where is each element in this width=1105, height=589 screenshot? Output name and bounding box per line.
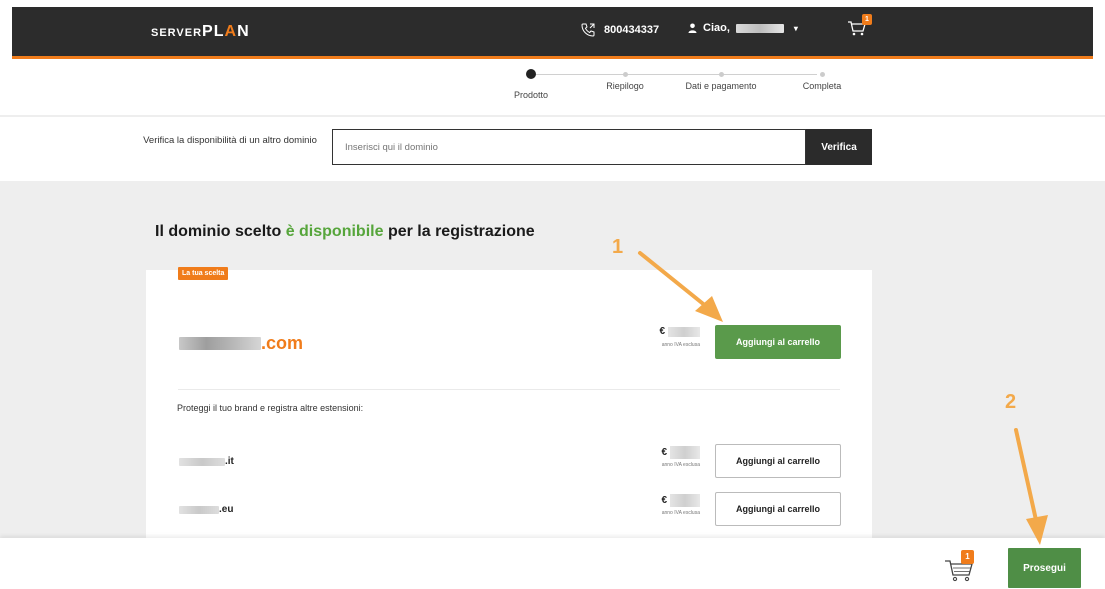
domain-search-input[interactable] <box>332 129 806 165</box>
user-name-redacted <box>735 23 784 33</box>
step-prodotto: Prodotto <box>486 60 576 100</box>
step-label: Riepilogo <box>606 81 644 91</box>
main-domain-name: .com <box>179 333 303 354</box>
extension-price: € anno IVA esclusa <box>620 446 700 468</box>
main-domain-row: .com € anno IVA esclusa Aggiungi al carr… <box>146 316 872 376</box>
currency-symbol: € <box>661 447 667 458</box>
bottom-action-bar: 1 Prosegui <box>0 538 1105 589</box>
header-bar: SERVERPLAN 800434337 Ciao, ▾ 1 <box>12 7 1093 59</box>
price-redacted <box>670 446 700 459</box>
extension-price: € anno IVA esclusa <box>620 494 700 516</box>
logo-text-pl: PL <box>202 23 225 40</box>
serverplan-logo[interactable]: SERVERPLAN <box>151 23 250 41</box>
cart-count-badge: 1 <box>961 550 974 564</box>
divider <box>178 389 840 390</box>
step-dot-active <box>526 69 536 79</box>
chevron-down-icon: ▾ <box>793 23 798 33</box>
price-note: anno IVA esclusa <box>661 510 700 516</box>
bottom-cart[interactable]: 1 <box>942 550 976 584</box>
logo-text-server: SERVER <box>151 27 203 39</box>
extension-domain-name: .it <box>179 456 234 467</box>
checkout-page: SERVERPLAN 800434337 Ciao, ▾ 1 Prodotto … <box>0 0 1105 589</box>
result-section: Il dominio scelto è disponibile per la r… <box>0 181 1105 538</box>
user-icon <box>688 23 697 33</box>
domain-extension: .eu <box>219 504 234 515</box>
user-menu[interactable]: Ciao, ▾ <box>688 22 798 34</box>
step-label: Completa <box>802 81 842 91</box>
domain-name-redacted <box>179 337 261 350</box>
header-cart[interactable]: 1 <box>847 14 872 40</box>
price-note: anno IVA esclusa <box>661 342 700 348</box>
user-greeting: Ciao, <box>703 22 730 34</box>
step-label: Prodotto <box>513 90 549 100</box>
step-dati-pagamento: Dati e pagamento <box>676 60 766 91</box>
headline-prefix: Il dominio scelto <box>155 223 282 240</box>
headline-status: è disponibile <box>285 223 384 240</box>
currency-symbol: € <box>659 326 665 337</box>
logo-text-n: N <box>237 23 250 40</box>
cart-count-badge: 1 <box>862 14 872 25</box>
step-dot <box>718 72 724 77</box>
your-choice-badge: La tua scelta <box>178 267 229 280</box>
domain-extension: .it <box>225 456 234 467</box>
phone-contact[interactable]: 800434337 <box>580 22 659 38</box>
price-redacted <box>670 494 700 507</box>
top-header: SERVERPLAN 800434337 Ciao, ▾ 1 <box>0 0 1105 60</box>
extension-row-it: .it € anno IVA esclusa Aggiungi al carre… <box>146 444 872 484</box>
protect-brand-text: Proteggi il tuo brand e registra altre e… <box>177 403 364 413</box>
step-label: Dati e pagamento <box>685 81 757 91</box>
logo-text-a: A <box>224 23 238 40</box>
main-domain-price: € anno IVA esclusa <box>620 326 700 348</box>
domain-check-section: Verifica la disponibilità di un altro do… <box>0 115 1105 181</box>
phone-number: 800434337 <box>604 24 660 36</box>
domain-card: La tua scelta .com € anno IVA esclusa Ag… <box>146 267 872 538</box>
step-completa: Completa <box>777 60 867 91</box>
continue-button[interactable]: Prosegui <box>1008 548 1081 588</box>
extension-row-eu: .eu € anno IVA esclusa Aggiungi al carre… <box>146 492 872 532</box>
annotation-number-2: 2 <box>1005 391 1017 413</box>
annotation-number-1: 1 <box>612 236 624 258</box>
step-dot <box>622 72 628 77</box>
availability-headline: Il dominio scelto è disponibile per la r… <box>155 223 535 241</box>
extension-domain-name: .eu <box>179 504 233 515</box>
phone-icon <box>581 23 595 37</box>
price-redacted <box>668 326 700 337</box>
add-to-cart-button[interactable]: Aggiungi al carrello <box>715 325 841 359</box>
add-to-cart-button[interactable]: Aggiungi al carrello <box>715 444 841 478</box>
domain-name-redacted <box>179 505 219 514</box>
step-riepilogo: Riepilogo <box>580 60 670 91</box>
currency-symbol: € <box>661 495 667 506</box>
domain-check-label: Verifica la disponibilità di un altro do… <box>143 135 317 146</box>
step-dot <box>819 72 825 77</box>
headline-suffix: per la registrazione <box>387 223 535 240</box>
verify-button[interactable]: Verifica <box>806 129 872 165</box>
checkout-steps: Prodotto Riepilogo Dati e pagamento Comp… <box>0 60 1105 115</box>
price-note: anno IVA esclusa <box>661 462 700 468</box>
domain-name-redacted <box>179 457 225 466</box>
add-to-cart-button[interactable]: Aggiungi al carrello <box>715 492 841 526</box>
domain-extension: .com <box>261 333 304 353</box>
